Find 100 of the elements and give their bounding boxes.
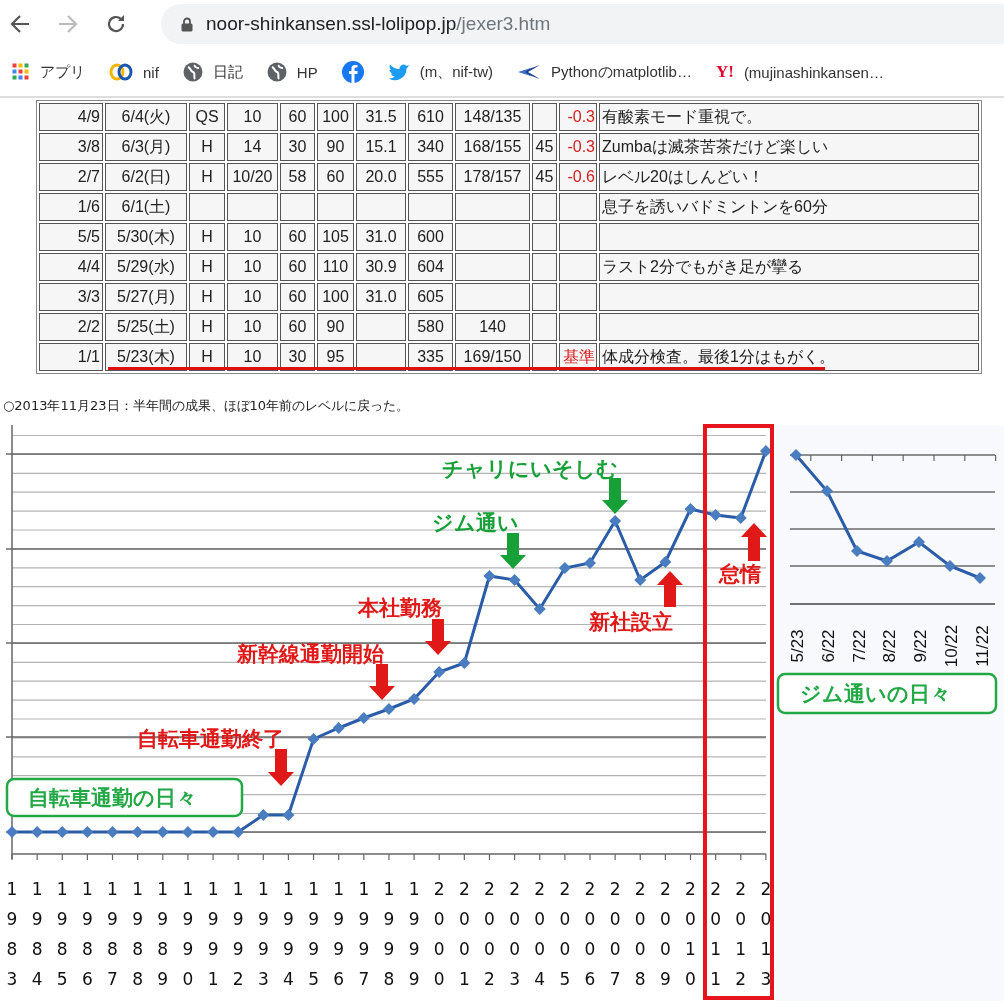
year-label: 2006 bbox=[584, 879, 596, 989]
bookmark[interactable]: アプリ bbox=[12, 62, 85, 82]
table-cell: 100 bbox=[317, 103, 354, 131]
month-label: 5/23 bbox=[787, 629, 807, 663]
bookmark[interactable]: HP bbox=[266, 62, 318, 82]
table-cell: 555 bbox=[408, 163, 453, 191]
table-cell: 90 bbox=[317, 313, 354, 341]
table-cell: 4/4 bbox=[39, 253, 103, 281]
round-logo-icon bbox=[341, 61, 364, 83]
table-cell: QS bbox=[189, 103, 225, 131]
period-label: 自転車通勤の日々 bbox=[5, 777, 244, 818]
address-bar[interactable]: noor-shinkansen.ssl-lolipop.jp/jexer3.htm bbox=[161, 4, 1004, 44]
month-label: 9/22 bbox=[911, 629, 931, 663]
annotation-label: 本社勤務 bbox=[358, 596, 442, 620]
year-label: 1988 bbox=[132, 879, 144, 989]
table-cell: 45 bbox=[532, 133, 557, 161]
period-label: ジム通いの日々 bbox=[776, 672, 998, 715]
year-label: 2001 bbox=[458, 879, 470, 989]
table-cell: Zumbaは滅茶苦茶だけど楽しい bbox=[599, 133, 979, 161]
table-cell: 100 bbox=[317, 283, 354, 311]
bird-icon bbox=[387, 63, 410, 81]
month-label: 10/22 bbox=[941, 624, 961, 668]
month-label: 8/22 bbox=[880, 629, 900, 663]
table-cell: H bbox=[189, 133, 225, 161]
bookmark[interactable]: (m、nif-tw) bbox=[387, 62, 493, 82]
table-cell: -0.3 bbox=[559, 103, 597, 131]
table-cell: 2/7 bbox=[39, 163, 103, 191]
table-cell bbox=[532, 283, 557, 311]
table-cell: 10 bbox=[227, 283, 278, 311]
year-label: 1993 bbox=[257, 879, 269, 989]
table-cell: 60 bbox=[280, 313, 315, 341]
year-label: 1995 bbox=[308, 879, 319, 989]
table-cell: 1/1 bbox=[39, 343, 103, 371]
table-cell: 58 bbox=[280, 163, 315, 191]
table-cell: 60 bbox=[280, 283, 315, 311]
table-cell: 3/8 bbox=[39, 133, 103, 161]
table-cell bbox=[559, 313, 597, 341]
year-label: 2002 bbox=[484, 879, 495, 989]
year-label: 1983 bbox=[6, 879, 18, 989]
table-cell bbox=[559, 193, 597, 221]
table-cell: 5/27(月) bbox=[105, 283, 187, 311]
year-label: 2011 bbox=[710, 879, 722, 989]
table-cell: 60 bbox=[280, 253, 315, 281]
table-cell: 31.0 bbox=[356, 283, 406, 311]
year-label: 1984 bbox=[31, 879, 43, 989]
table-cell: 5/25(土) bbox=[105, 313, 187, 341]
table-cell bbox=[227, 193, 278, 221]
lock-icon bbox=[181, 16, 193, 32]
back-icon[interactable] bbox=[9, 13, 31, 35]
table-cell bbox=[356, 193, 406, 221]
table-cell bbox=[280, 193, 315, 221]
table-cell bbox=[559, 283, 597, 311]
year-label: 2005 bbox=[559, 879, 571, 989]
table-cell bbox=[532, 193, 557, 221]
bookmark[interactable]: 日記 bbox=[182, 62, 243, 82]
annotation-label: チャリにいそしむ bbox=[442, 457, 618, 481]
table-cell: -0.6 bbox=[559, 163, 597, 191]
year-label: 2008 bbox=[634, 879, 646, 989]
bookmark[interactable] bbox=[341, 61, 364, 83]
year-label: 1999 bbox=[408, 879, 420, 989]
table-cell: 10 bbox=[227, 313, 278, 341]
table-cell: 110 bbox=[317, 253, 354, 281]
table-cell: 5/29(水) bbox=[105, 253, 187, 281]
annotation-label: 新幹線通勤開始 bbox=[236, 642, 384, 666]
year-label: 1990 bbox=[182, 879, 194, 989]
table-cell: H bbox=[189, 253, 225, 281]
bookmark[interactable]: nif bbox=[109, 63, 159, 81]
bookmark[interactable]: Pythonのmatplotlib… bbox=[517, 62, 692, 82]
rings-icon bbox=[109, 63, 133, 81]
table-cell: H bbox=[189, 163, 225, 191]
table-cell bbox=[559, 253, 597, 281]
table-cell: 168/155 bbox=[455, 133, 530, 161]
table-cell: H bbox=[189, 223, 225, 251]
table-cell: 14 bbox=[227, 133, 278, 161]
table-cell bbox=[532, 103, 557, 131]
globe-icon bbox=[182, 62, 203, 82]
table-cell bbox=[532, 253, 557, 281]
table-cell: 20.0 bbox=[356, 163, 406, 191]
year-label: 2010 bbox=[685, 879, 696, 989]
table-cell: 45 bbox=[532, 163, 557, 191]
reload-icon[interactable] bbox=[105, 13, 127, 35]
annotation-label: ジム通い bbox=[431, 511, 519, 535]
table-cell: 105 bbox=[317, 223, 354, 251]
year-label: 2007 bbox=[609, 879, 621, 989]
year-label: 2004 bbox=[534, 879, 546, 989]
table-cell: 10 bbox=[227, 103, 278, 131]
table-cell: 有酸素モード重視で。 bbox=[599, 103, 979, 131]
table-cell: 580 bbox=[408, 313, 453, 341]
table-cell: 6/1(土) bbox=[105, 193, 187, 221]
table-cell: 6/4(火) bbox=[105, 103, 187, 131]
table-cell bbox=[532, 313, 557, 341]
table-cell: 体成分検査。最後1分はもがく。 bbox=[599, 343, 979, 371]
table-cell: 6/3(月) bbox=[105, 133, 187, 161]
annotation-label: 怠惰 bbox=[719, 562, 761, 586]
year-label: 2012 bbox=[735, 879, 747, 989]
table-cell: 10 bbox=[227, 253, 278, 281]
table-cell: H bbox=[189, 313, 225, 341]
table-cell: 息子を誘いバドミントンを60分 bbox=[599, 193, 979, 221]
bookmark[interactable]: Y! (mujinashinkansen… bbox=[715, 62, 884, 82]
year-label: 1998 bbox=[383, 879, 395, 989]
